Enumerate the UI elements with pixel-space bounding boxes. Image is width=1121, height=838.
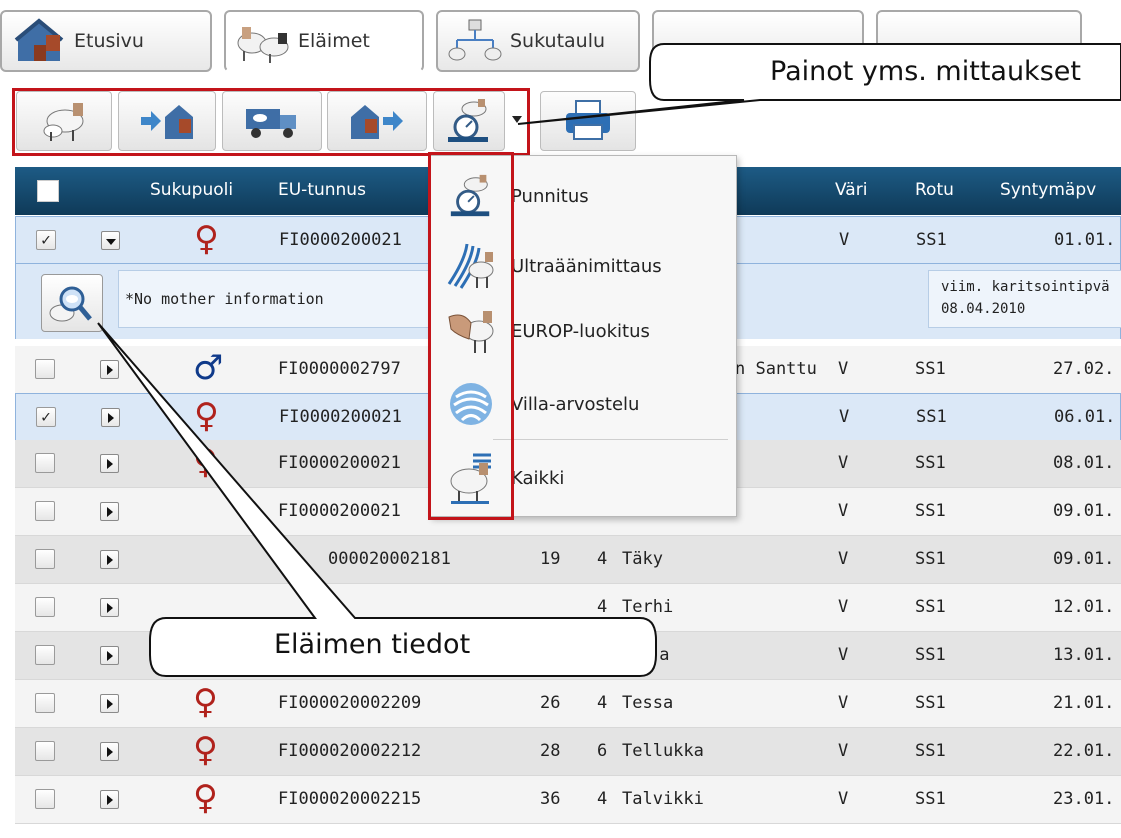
callout-bottom-text: Eläimen tiedot bbox=[274, 629, 471, 660]
callout-overlay bbox=[97, 43, 1121, 677]
app-window: Etusivu Eläimet Sukutaulu Sukupuoli EU-t… bbox=[0, 0, 1121, 838]
callout-bottom-bubble bbox=[97, 322, 657, 677]
callout-top-text: Painot yms. mittaukset bbox=[770, 56, 1081, 87]
